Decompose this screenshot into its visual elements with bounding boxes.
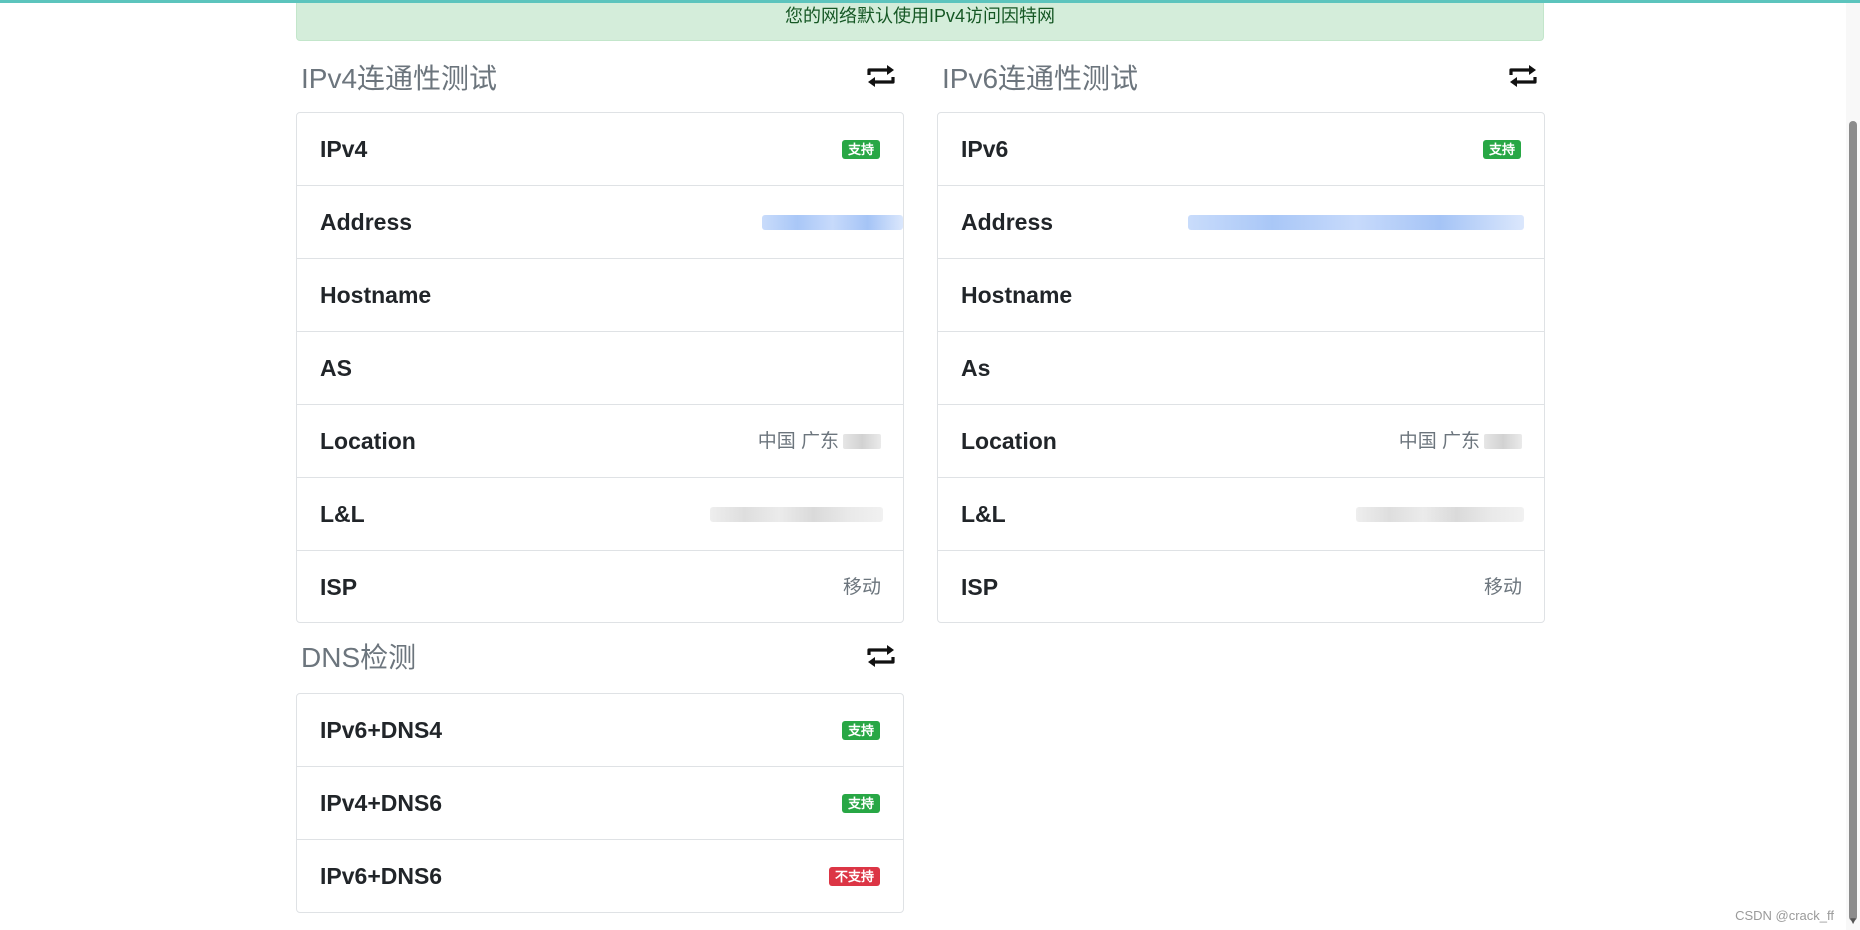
support-badge: 支持 (841, 140, 880, 159)
row-key: Location (961, 428, 1057, 454)
row-key: Address (320, 209, 413, 235)
isp-value: 移动 (842, 577, 881, 598)
row-key: IPv6+DNS4 (320, 717, 443, 743)
network-alert: 您的网络默认使用IPv4访问因特网 (296, 3, 1544, 41)
ipv6-row-location: Location 中国 广东 (938, 405, 1544, 478)
dns-panel-title: DNS检测 (301, 642, 417, 673)
redacted-coordinates (710, 507, 883, 522)
ipv4-row-address: Address (297, 186, 903, 259)
redacted-address (762, 215, 903, 230)
ipv6-refresh-button[interactable] (1507, 62, 1539, 90)
ipv6-panel-title: IPv6连通性测试 (942, 63, 1139, 94)
dns-refresh-button[interactable] (865, 642, 897, 670)
ipv6-row-address: Address (938, 186, 1544, 259)
dns-row: IPv6+DNS4 支持 (297, 694, 903, 767)
alert-text: 您的网络默认使用IPv4访问因特网 (784, 6, 1056, 26)
refresh-icon (867, 645, 895, 667)
row-key: IPv6+DNS6 (320, 863, 443, 889)
location-value: 中国 广东 (1399, 405, 1522, 478)
ipv4-refresh-button[interactable] (865, 62, 897, 90)
row-key: IPv4 (320, 136, 368, 162)
location-value: 中国 广东 (758, 405, 881, 478)
ipv6-row-as: As (938, 332, 1544, 405)
dns-row: IPv4+DNS6 支持 (297, 767, 903, 840)
ipv4-row-location: Location 中国 广东 (297, 405, 903, 478)
ipv6-row-status: IPv6 支持 (938, 113, 1544, 186)
ipv4-row-isp: ISP 移动 (297, 551, 903, 622)
ipv6-row-ll: L&L (938, 478, 1544, 551)
dns-card: IPv6+DNS4 支持 IPv4+DNS6 支持 IPv6+DNS6 不支持 (296, 693, 904, 913)
row-key: ISP (320, 574, 358, 600)
ipv4-row-ll: L&L (297, 478, 903, 551)
ipv6-row-isp: ISP 移动 (938, 551, 1544, 622)
scrollbar-thumb[interactable] (1849, 121, 1857, 921)
isp-value: 移动 (1483, 577, 1522, 598)
dns-row: IPv6+DNS6 不支持 (297, 840, 903, 912)
location-text: 中国 广东 (1398, 431, 1480, 452)
page-scrollbar[interactable]: ▼ (1846, 3, 1860, 930)
ipv4-card: IPv4 支持 Address Hostname AS Location 中国 … (296, 112, 904, 623)
row-key: L&L (320, 501, 365, 527)
row-key: L&L (961, 501, 1006, 527)
row-key: ISP (961, 574, 999, 600)
support-badge: 支持 (841, 794, 880, 813)
redacted-coordinates (1356, 507, 1524, 522)
ipv6-card: IPv6 支持 Address Hostname As Location 中国 … (937, 112, 1545, 623)
location-text: 中国 广东 (757, 431, 839, 452)
redacted-city (1484, 434, 1522, 450)
refresh-icon (1509, 65, 1537, 87)
support-badge: 支持 (841, 721, 880, 740)
ipv4-row-as: AS (297, 332, 903, 405)
ipv4-panel-title: IPv4连通性测试 (301, 63, 498, 94)
support-badge: 支持 (1482, 140, 1521, 159)
watermark: CSDN @crack_ff (1735, 908, 1834, 923)
ipv6-row-hostname: Hostname (938, 259, 1544, 332)
row-key: Hostname (961, 282, 1073, 308)
row-key: IPv6 (961, 136, 1009, 162)
row-key: Address (961, 209, 1054, 235)
refresh-icon (867, 65, 895, 87)
row-key: AS (320, 355, 352, 381)
redacted-address (1188, 215, 1524, 230)
unsupported-badge: 不支持 (828, 867, 880, 886)
ipv4-row-hostname: Hostname (297, 259, 903, 332)
row-key: IPv4+DNS6 (320, 790, 443, 816)
redacted-city (843, 434, 881, 450)
row-key: Location (320, 428, 416, 454)
row-key: As (961, 355, 991, 381)
row-key: Hostname (320, 282, 432, 308)
ipv4-row-status: IPv4 支持 (297, 113, 903, 186)
scroll-down-arrow-icon[interactable]: ▼ (1848, 916, 1858, 927)
